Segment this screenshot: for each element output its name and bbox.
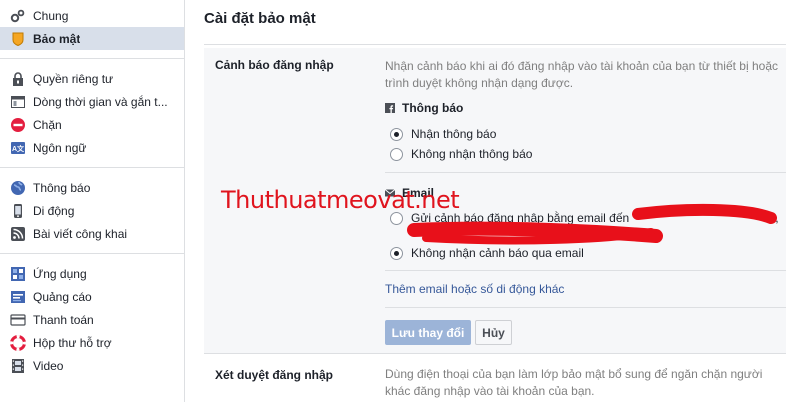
- globe-icon: [10, 180, 26, 196]
- sidebar-item-label: Ứng dụng: [33, 266, 87, 281]
- sidebar-item-label: Chặn: [33, 117, 62, 132]
- sidebar-group-privacy: Quyền riêng tư Dòng thời gian và gắn t..…: [0, 63, 184, 163]
- sidebar-divider: [0, 253, 184, 254]
- block-icon: [10, 117, 26, 133]
- language-icon: A文: [10, 140, 26, 156]
- gears-icon: [10, 8, 26, 24]
- sidebar-item-timeline[interactable]: Dòng thời gian và gắn t...: [0, 90, 184, 113]
- sidebar-item-notifications[interactable]: Thông báo: [0, 176, 184, 199]
- sidebar-item-security[interactable]: Bảo mật: [0, 27, 184, 50]
- sidebar-item-general[interactable]: Chung: [0, 4, 184, 27]
- sidebar-item-label: Bảo mật: [33, 31, 81, 46]
- sidebar-item-public-posts[interactable]: Bài viết công khai: [0, 222, 184, 245]
- sidebar-item-support-inbox[interactable]: Hộp thư hỗ trợ: [0, 331, 184, 354]
- sidebar-item-label: Chung: [33, 8, 69, 23]
- sidebar-item-apps[interactable]: Ứng dụng: [0, 262, 184, 285]
- sidebar-item-label: Video: [33, 358, 64, 373]
- sidebar-item-label: Ngôn ngữ: [33, 140, 87, 155]
- privacy-lock-icon: [10, 71, 26, 87]
- payment-card-icon: [10, 312, 26, 328]
- sidebar-item-mobile[interactable]: Di động: [0, 199, 184, 222]
- svg-text:A文: A文: [12, 144, 25, 153]
- sidebar-item-label: Di động: [33, 203, 75, 218]
- sidebar-item-label: Dòng thời gian và gắn t...: [33, 94, 168, 109]
- sidebar-group-apps: Ứng dụng Quảng cáo Thanh toán Hộp thư hỗ…: [0, 258, 184, 381]
- timeline-icon: [10, 94, 26, 110]
- sidebar-divider: [0, 167, 184, 168]
- sidebar-item-label: Quyền riêng tư: [33, 71, 114, 86]
- sidebar-divider: [0, 58, 184, 59]
- sidebar-item-label: Thông báo: [33, 180, 91, 195]
- shield-badge-icon: [10, 31, 26, 47]
- sidebar-item-privacy[interactable]: Quyền riêng tư: [0, 67, 184, 90]
- rss-icon: [10, 226, 26, 242]
- settings-sidebar: Chung Bảo mật Quyền riêng tư Dòng thời g…: [0, 0, 185, 402]
- sidebar-group-general: Chung Bảo mật: [0, 0, 184, 54]
- sidebar-item-blocking[interactable]: Chặn: [0, 113, 184, 136]
- mobile-icon: [10, 203, 26, 219]
- sidebar-item-ads[interactable]: Quảng cáo: [0, 285, 184, 308]
- sidebar-item-payments[interactable]: Thanh toán: [0, 308, 184, 331]
- support-lifebuoy-icon: [10, 334, 26, 351]
- ads-icon: [10, 289, 26, 305]
- apps-icon: [10, 266, 26, 282]
- sidebar-group-notifications: Thông báo Di động Bài viết công khai: [0, 172, 184, 249]
- film-icon: [10, 358, 26, 374]
- sidebar-item-label: Thanh toán: [33, 312, 94, 327]
- sidebar-item-video[interactable]: Video: [0, 354, 184, 377]
- sidebar-item-language[interactable]: A文 Ngôn ngữ: [0, 136, 184, 159]
- watermark-text: Thuthuatmeovat.net: [221, 186, 460, 214]
- sidebar-item-label: Hộp thư hỗ trợ: [33, 335, 112, 350]
- sidebar-item-label: Bài viết công khai: [33, 226, 128, 241]
- sidebar-item-label: Quảng cáo: [33, 289, 92, 304]
